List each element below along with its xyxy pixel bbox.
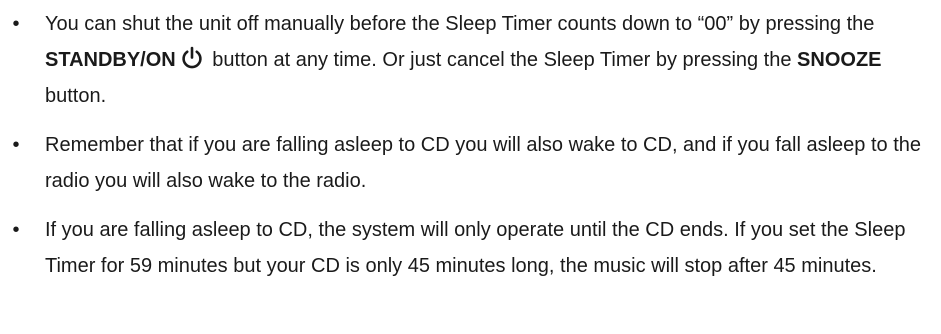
bullet-text-segment: button. [45,85,107,107]
list-item: • Remember that if you are falling aslee… [0,127,941,199]
bullet-text: If you are falling asleep to CD, the sys… [45,219,906,277]
bullet-text-segment: You can shut the unit off manually befor… [45,13,875,35]
list-item: • You can shut the unit off manually bef… [0,6,941,114]
bullet-dot-icon: • [12,219,20,241]
snooze-label: SNOOZE [797,49,882,71]
bullet-text-segment: button at any time. Or just cancel the S… [206,49,798,71]
bullet-dot-icon: • [12,13,20,35]
bullet-dot-icon: • [12,134,20,156]
power-icon [179,45,205,71]
list-item: • If you are falling asleep to CD, the s… [0,212,941,284]
instruction-bullet-list: • You can shut the unit off manually bef… [0,6,941,284]
standby-on-label: STANDBY/ON [45,49,176,71]
bullet-text: Remember that if you are falling asleep … [45,134,921,192]
